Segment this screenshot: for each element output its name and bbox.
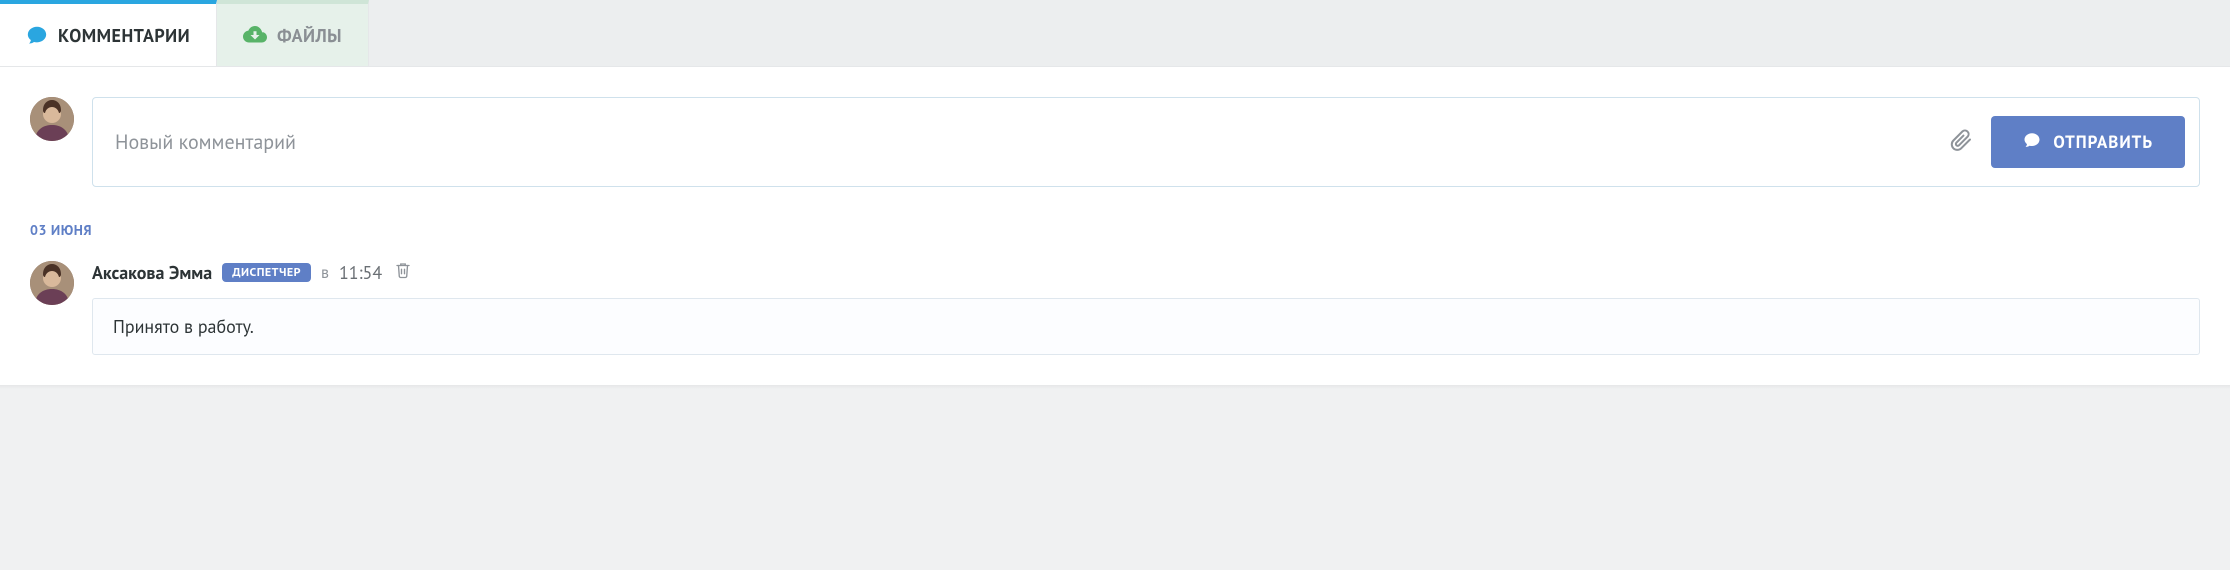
comment-author: Аксакова Эмма (92, 261, 212, 284)
comment-text: Принято в работу. (92, 298, 2200, 355)
cloud-download-icon (243, 24, 267, 46)
avatar (30, 97, 74, 141)
comment-input[interactable] (115, 129, 1931, 155)
comments-panel: ОТПРАВИТЬ 03 ИЮНЯ Аксакова Эмма ДИСПЕТЧЕ… (0, 67, 2230, 385)
tab-label: ФАЙЛЫ (277, 24, 342, 47)
panel-shadow (0, 385, 2230, 389)
comment-body: Аксакова Эмма ДИСПЕТЧЕР в 11:54 Принято … (92, 261, 2200, 355)
comment-time: 11:54 (339, 261, 382, 284)
comment-time-prefix: в (321, 263, 329, 283)
tab-label: КОММЕНТАРИИ (58, 24, 190, 47)
comment-header: Аксакова Эмма ДИСПЕТЧЕР в 11:54 (92, 261, 2200, 284)
comment-item: Аксакова Эмма ДИСПЕТЧЕР в 11:54 Принято … (30, 261, 2200, 355)
role-badge: ДИСПЕТЧЕР (222, 263, 311, 282)
speech-bubble-icon (26, 24, 48, 46)
speech-bubble-icon (2023, 131, 2041, 154)
attach-button[interactable] (1941, 122, 1981, 162)
send-button-label: ОТПРАВИТЬ (2053, 131, 2153, 153)
tab-files[interactable]: ФАЙЛЫ (217, 0, 369, 66)
paperclip-icon (1949, 128, 1973, 157)
delete-comment-button[interactable] (394, 261, 412, 284)
send-button[interactable]: ОТПРАВИТЬ (1991, 116, 2185, 168)
trash-icon (394, 261, 412, 284)
avatar (30, 261, 74, 305)
date-separator: 03 ИЮНЯ (30, 221, 2200, 239)
comment-composer: ОТПРАВИТЬ (30, 97, 2200, 187)
tab-comments[interactable]: КОММЕНТАРИИ (0, 0, 217, 66)
compose-box: ОТПРАВИТЬ (92, 97, 2200, 187)
tab-bar: КОММЕНТАРИИ ФАЙЛЫ (0, 0, 2230, 67)
